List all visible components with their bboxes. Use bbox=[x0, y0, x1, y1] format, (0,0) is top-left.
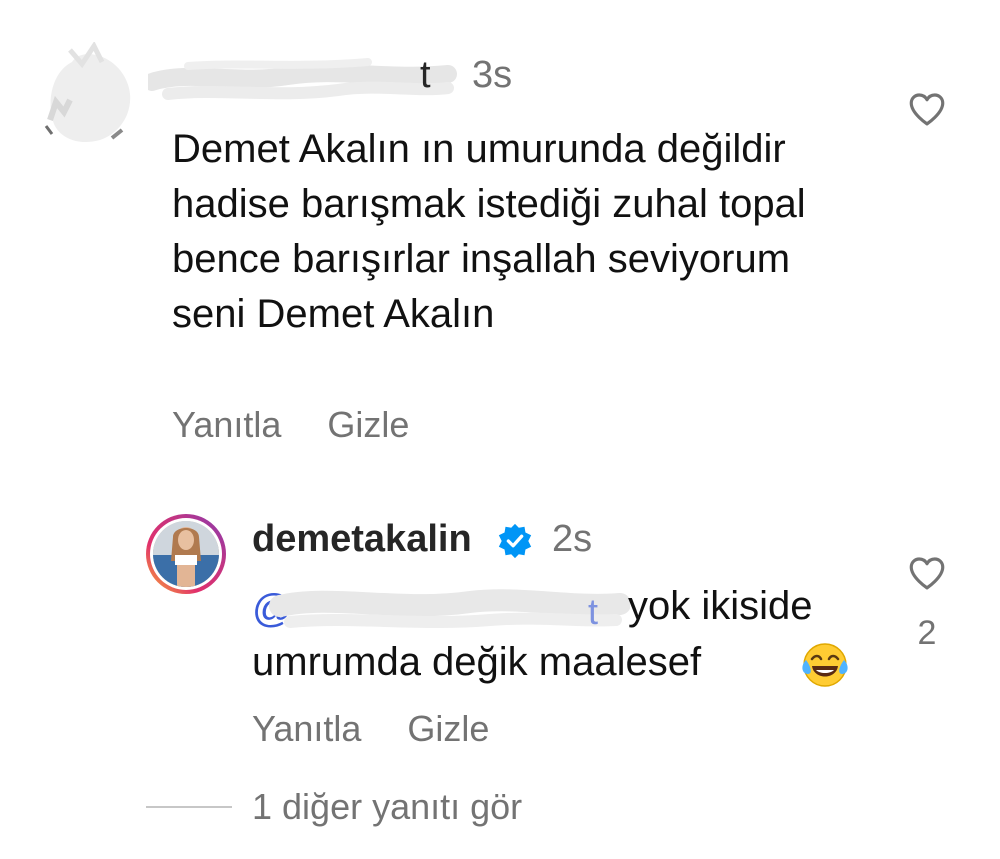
comment-text: Demet Akalın ın umurunda değildir hadise… bbox=[172, 127, 806, 336]
like-heart-icon[interactable] bbox=[906, 552, 948, 594]
hide-button[interactable]: Gizle bbox=[407, 708, 489, 750]
divider-line bbox=[146, 806, 232, 808]
username-visible-part[interactable]: t bbox=[420, 54, 432, 97]
like-heart-icon[interactable] bbox=[906, 88, 948, 130]
comment-actions: Yanıtla Gizle bbox=[172, 404, 409, 446]
reply-time: 2s bbox=[552, 518, 593, 560]
profile-photo bbox=[153, 521, 219, 587]
svg-text:t: t bbox=[588, 591, 598, 632]
hide-button[interactable]: Gizle bbox=[327, 404, 409, 446]
avatar-obscured[interactable] bbox=[42, 41, 138, 152]
verified-badge-icon bbox=[496, 522, 534, 560]
reply-actions: Yanıtla Gizle bbox=[252, 708, 489, 750]
reply-button[interactable]: Yanıtla bbox=[252, 708, 361, 750]
comment-time: 3s bbox=[472, 54, 513, 96]
avatar-demetakalin[interactable] bbox=[146, 514, 226, 594]
reply-button[interactable]: Yanıtla bbox=[172, 404, 281, 446]
reply-text-line1: yok ikiside bbox=[628, 584, 813, 628]
like-count[interactable]: 2 bbox=[906, 614, 948, 653]
username-obscured bbox=[143, 54, 458, 106]
reply-text-line2: umrumda değik maalesef bbox=[252, 640, 702, 684]
mention-obscured[interactable]: @ t @ bbox=[250, 582, 631, 634]
face-with-tears-of-joy-icon bbox=[800, 640, 850, 690]
reply-username[interactable]: demetakalin bbox=[252, 518, 472, 561]
view-more-replies-link[interactable]: 1 diğer yanıtı gör bbox=[252, 786, 522, 828]
